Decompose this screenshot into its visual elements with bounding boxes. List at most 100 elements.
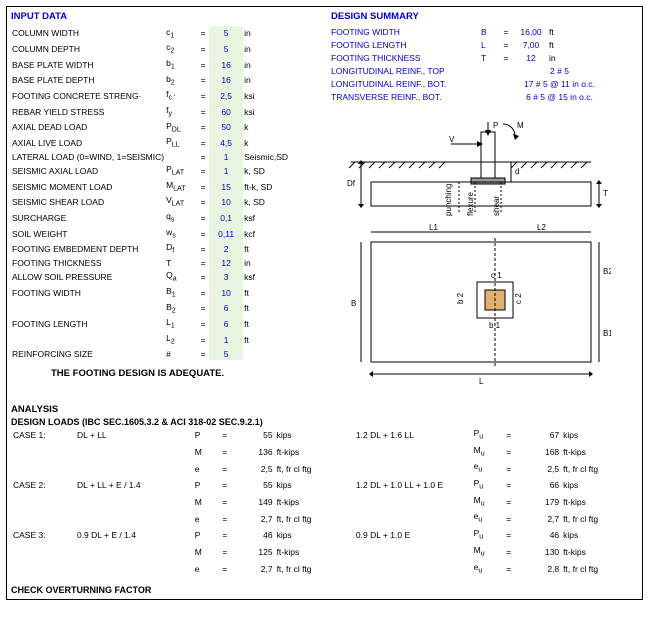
input-value[interactable]: 60 (209, 104, 243, 120)
result-unit: kips (275, 527, 354, 544)
analysis-row: CASE 2:DL + LL + E / 1.4P=55kips1.2 DL +… (11, 477, 638, 494)
input-value[interactable]: 6 (209, 301, 243, 317)
input-label: FOOTING WIDTH (11, 285, 165, 301)
input-value[interactable]: 15 (209, 179, 243, 195)
input-value[interactable]: 12 (209, 258, 243, 270)
reinf-row: TRANSVERSE REINF., BOT.6 # 5 @ 15 in o.c… (331, 91, 638, 104)
input-row: SEISMIC AXIAL LOADPLAT=1k, SD (11, 164, 293, 180)
analysis-row: CASE 3:0.9 DL + E / 1.4P=46kips0.9 DL + … (11, 527, 638, 544)
analysis-title: ANALYSIS (11, 404, 638, 415)
result-unit: ft, fr cl ftg (275, 460, 354, 477)
label-L2: L2 (537, 223, 546, 232)
input-value[interactable]: 3 (209, 270, 243, 286)
input-label: SEISMIC SHEAR LOAD (11, 195, 165, 211)
input-value[interactable]: 2,5 (209, 89, 243, 105)
case-name (11, 544, 75, 561)
result-symbol-u: Mu (472, 444, 500, 461)
input-value[interactable]: 1 (209, 164, 243, 180)
result-symbol: e (193, 510, 216, 527)
input-row: ALLOW SOIL PRESSUREQa=3ksf (11, 270, 293, 286)
input-label: LATERAL LOAD (0=WIND, 1=SEISMIC) (11, 152, 165, 164)
input-value[interactable]: 5 (209, 26, 243, 42)
input-value[interactable]: 10 (209, 285, 243, 301)
analysis-row: M=149ft-kipsMu=179ft-kips (11, 494, 638, 511)
summary-symbol: L (481, 39, 499, 52)
load-combo (75, 460, 193, 477)
input-unit: ft (243, 332, 293, 348)
reinf-row: LONGITUDINAL REINF., BOT.17 # 5 @ 11 in … (331, 78, 638, 91)
label-b1: b 1 (489, 321, 501, 330)
input-value[interactable]: 5 (209, 42, 243, 58)
equals: = (216, 477, 234, 494)
result-symbol: e (193, 460, 216, 477)
input-symbol: T (165, 258, 197, 270)
label-B1: B1 (603, 329, 611, 338)
label-b2: b 2 (456, 292, 465, 304)
input-symbol: fc ' (165, 89, 197, 105)
result-value-u: 168 (518, 444, 562, 461)
input-value[interactable]: 6 (209, 317, 243, 333)
equals: = (197, 226, 209, 242)
equals: = (500, 477, 518, 494)
label-Df: Df (347, 179, 356, 188)
load-combo: 0.9 DL + E / 1.4 (75, 527, 193, 544)
input-row: LATERAL LOAD (0=WIND, 1=SEISMIC)=1Seismi… (11, 152, 293, 164)
summary-row: FOOTING LENGTHL=7,00ft (331, 39, 638, 52)
input-unit: ksf (243, 211, 293, 227)
input-title: INPUT DATA (11, 11, 331, 22)
load-combo-u: 1.2 DL + 1.6 LL (354, 427, 472, 444)
equals: = (197, 332, 209, 348)
reinf-value: 17 # 5 @ 11 in o.c. (481, 78, 638, 91)
overturn-title: CHECK OVERTURNING FACTOR (11, 585, 638, 595)
equals: = (500, 427, 518, 444)
summary-symbol: B (481, 26, 499, 39)
summary-label: FOOTING THICKNESS (331, 52, 481, 65)
analysis-row: M=125ft-kipsMu=130ft-kips (11, 544, 638, 561)
input-unit: ft (243, 242, 293, 258)
reinf-row: LONGITUDINAL REINF., TOP2 # 5 (331, 65, 638, 78)
page: INPUT DATA COLUMN WIDTHc1=5inCOLUMN DEPT… (6, 6, 643, 600)
input-label: FOOTING LENGTH (11, 317, 165, 333)
input-symbol: # (165, 348, 197, 360)
result-unit-u: ft-kips (561, 444, 638, 461)
input-symbol: c2 (165, 42, 197, 58)
equals: = (197, 270, 209, 286)
equals: = (197, 42, 209, 58)
input-value[interactable]: 50 (209, 120, 243, 136)
input-symbol: PLL (165, 136, 197, 152)
input-value[interactable]: 10 (209, 195, 243, 211)
input-value[interactable]: 1 (209, 332, 243, 348)
input-value[interactable]: 16 (209, 73, 243, 89)
label-d: d (515, 167, 519, 176)
input-value[interactable]: 4,5 (209, 136, 243, 152)
input-row: COLUMN WIDTHc1=5in (11, 26, 293, 42)
input-label: COLUMN DEPTH (11, 42, 165, 58)
input-value[interactable]: 16 (209, 57, 243, 73)
design-loads-title: DESIGN LOADS (IBC SEC.1605.3.2 & ACI 318… (11, 417, 638, 427)
input-value[interactable]: 2 (209, 242, 243, 258)
input-unit: kcf (243, 226, 293, 242)
result-value: 2,7 (234, 510, 275, 527)
input-symbol: qs (165, 211, 197, 227)
result-unit-u: ft, fr cl ftg (561, 460, 638, 477)
input-value[interactable]: 5 (209, 348, 243, 360)
input-value[interactable]: 0,11 (209, 226, 243, 242)
input-label: FOOTING EMBEDMENT DEPTH (11, 242, 165, 258)
equals: = (197, 73, 209, 89)
input-row: AXIAL DEAD LOADPDL=50k (11, 120, 293, 136)
reinf-label: TRANSVERSE REINF., BOT. (331, 91, 481, 104)
input-symbol: PDL (165, 120, 197, 136)
input-row: FOOTING CONCRETE STRENG·fc '=2,5ksi (11, 89, 293, 105)
result-unit-u: kips (561, 477, 638, 494)
input-value[interactable]: 1 (209, 152, 243, 164)
equals: = (197, 26, 209, 42)
input-unit: ft-k, SD (243, 179, 293, 195)
reinf-value: 2 # 5 (481, 65, 638, 78)
input-value[interactable]: 0,1 (209, 211, 243, 227)
input-row: BASE PLATE DEPTHb2=16in (11, 73, 293, 89)
label-M: M (517, 122, 524, 130)
result-value-u: 66 (518, 477, 562, 494)
equals: = (500, 561, 518, 578)
result-symbol-u: eu (472, 561, 500, 578)
case-name (11, 444, 75, 461)
